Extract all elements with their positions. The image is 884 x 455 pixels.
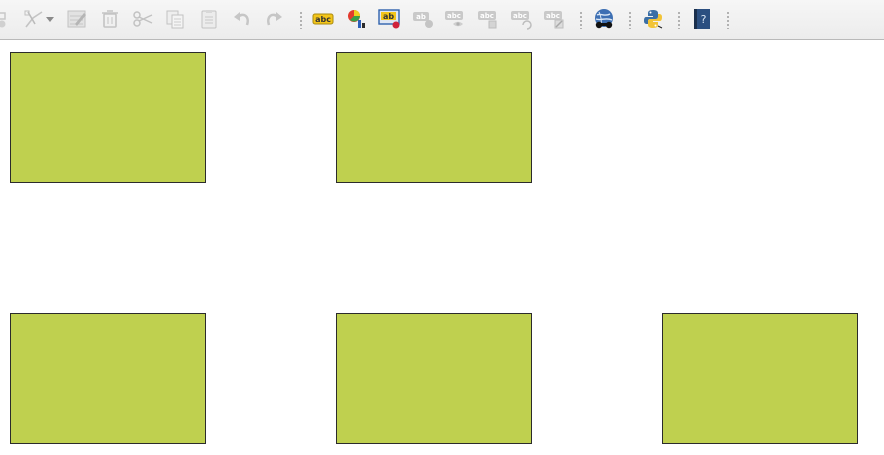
- cut-features-icon[interactable]: [131, 7, 155, 31]
- node-tool-dropdown-icon[interactable]: [44, 7, 56, 31]
- toolbar-separator: [628, 11, 632, 29]
- help-glyph: ?: [701, 13, 707, 26]
- plugins-toolbar: abc ab ab abc abc abc abc ?: [0, 0, 884, 40]
- redo-icon[interactable]: [262, 7, 286, 31]
- polygon-feature[interactable]: [10, 313, 206, 444]
- map-canvas[interactable]: [0, 41, 884, 455]
- label-pin-icon[interactable]: ab: [377, 7, 401, 31]
- change-label-icon[interactable]: abc: [509, 7, 533, 31]
- polygon-feature[interactable]: [336, 52, 532, 183]
- change-label-text: abc: [513, 12, 527, 20]
- polygon-feature[interactable]: [662, 313, 858, 444]
- label-properties-text: abc: [546, 12, 560, 20]
- node-tool-icon[interactable]: [22, 7, 46, 31]
- rotate-label-icon[interactable]: abc: [476, 7, 500, 31]
- copy-features-icon[interactable]: [163, 7, 187, 31]
- layer-diagram-icon[interactable]: [345, 7, 369, 31]
- rotate-label-text: abc: [480, 12, 494, 20]
- help-book-icon[interactable]: ?: [690, 7, 714, 31]
- toolbar-separator: [579, 11, 583, 29]
- globe-binoculars-icon[interactable]: [592, 7, 616, 31]
- label-pin-text: ab: [383, 12, 394, 21]
- show-hide-labels-text: ab: [416, 13, 426, 21]
- toolbar-separator: [299, 11, 303, 29]
- python-console-icon[interactable]: [641, 7, 665, 31]
- move-feature-icon[interactable]: [0, 7, 14, 31]
- move-label-text: abc: [447, 12, 461, 20]
- toolbar-separator: [726, 11, 730, 29]
- undo-icon[interactable]: [230, 7, 254, 31]
- edit-attributes-icon[interactable]: [65, 7, 89, 31]
- toolbar-separator: [677, 11, 681, 29]
- layer-labeling-text: abc: [315, 15, 331, 24]
- paste-features-icon[interactable]: [197, 7, 221, 31]
- move-label-icon[interactable]: abc: [443, 7, 467, 31]
- delete-selected-icon[interactable]: [98, 7, 122, 31]
- label-properties-icon[interactable]: abc: [542, 7, 566, 31]
- layer-labeling-icon[interactable]: abc: [311, 7, 335, 31]
- show-hide-labels-icon[interactable]: ab: [411, 7, 435, 31]
- polygon-feature[interactable]: [336, 313, 532, 444]
- polygon-feature[interactable]: [10, 52, 206, 183]
